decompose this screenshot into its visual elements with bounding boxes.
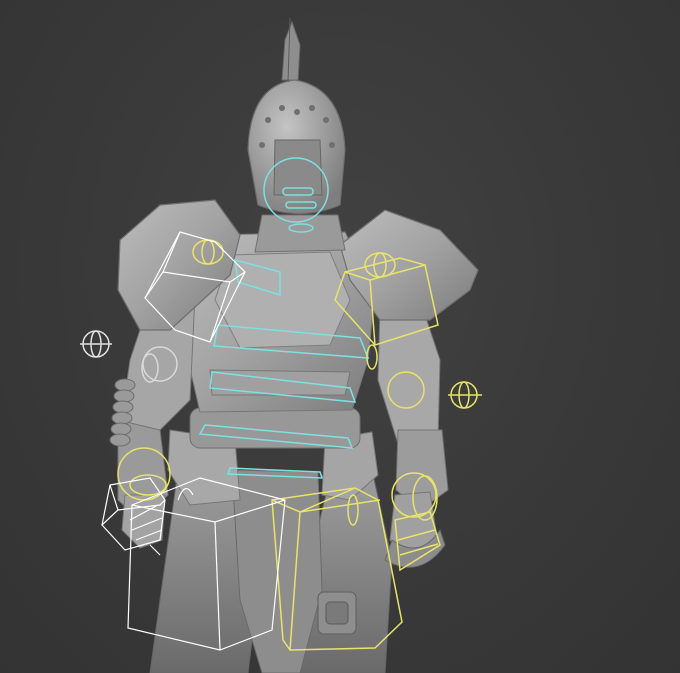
neck-guard xyxy=(254,214,346,253)
right-upper-arm xyxy=(377,299,441,451)
scene-svg xyxy=(80,17,482,673)
belt xyxy=(189,407,361,449)
thigh-buckle-inner xyxy=(325,601,349,625)
helmet-visor xyxy=(273,139,323,196)
circle-crosshair-icon[interactable] xyxy=(80,330,112,358)
3d-viewport[interactable] xyxy=(0,0,680,673)
armored-character-model[interactable] xyxy=(109,17,479,673)
helmet-crest xyxy=(281,20,301,81)
circle-crosshair-icon-right[interactable] xyxy=(448,381,482,409)
